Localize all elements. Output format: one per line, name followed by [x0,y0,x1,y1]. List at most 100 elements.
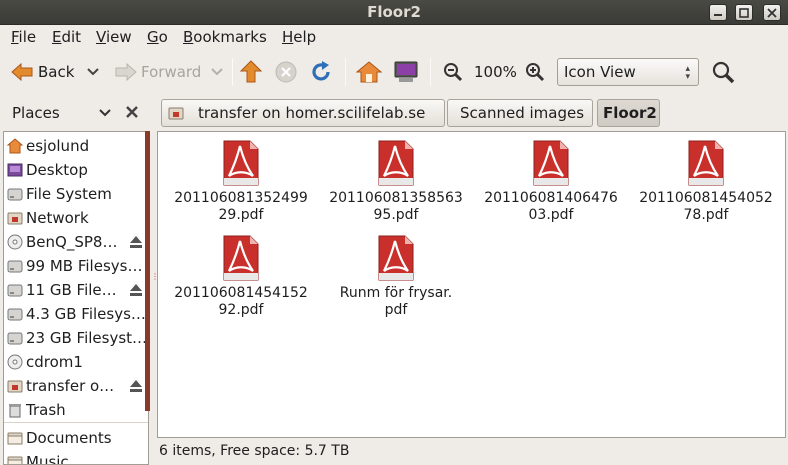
file-name-line: 78.pdf [683,207,729,223]
drive-icon [7,330,23,346]
file-name-line: 92.pdf [218,302,264,318]
desktop-icon [7,162,23,178]
sidebar-item[interactable]: cdrom1 [4,350,148,374]
sidebar-item-label: cdrom1 [26,353,83,371]
network-folder-icon [168,107,184,120]
maximize-button[interactable] [735,4,753,21]
file-name-line: 03.pdf [528,207,574,223]
zoom-level: 100% [474,63,517,81]
close-button[interactable] [763,4,781,21]
file-item[interactable]: 201106081454052 78.pdf [631,140,781,224]
file-item[interactable]: Runm för frysar. pdf [321,235,471,319]
menu-help[interactable]: Help [282,28,316,46]
reload-button[interactable] [309,50,333,94]
drive-icon [7,186,23,202]
file-item[interactable]: 201106081406476 03.pdf [476,140,626,224]
close-icon [767,8,777,18]
menu-bar: File Edit View Go Bookmarks Help [0,25,788,49]
file-name: 201106081454052 78.pdf [631,190,781,224]
sidebar-item[interactable]: 23 GB Filesyst… [4,326,148,350]
chevron-down-icon [87,68,99,76]
file-name-line: 201106081406476 [484,190,618,206]
folder-icon [7,430,23,446]
menu-go[interactable]: Go [147,28,168,46]
path-button-transfer[interactable]: transfer on homer.scilifelab.se [161,99,445,127]
back-button[interactable]: Back [10,50,74,94]
sidebar-item[interactable]: Music [4,450,148,464]
places-dropdown[interactable] [99,106,111,122]
file-item[interactable]: 201106081454152 92.pdf [166,235,316,319]
file-name-line: 95.pdf [373,207,419,223]
zoom-in-icon [526,63,545,82]
file-name-line: 201106081358563 [329,190,463,206]
back-history-dropdown[interactable] [87,50,99,94]
path-button-floor2[interactable]: Floor2 [597,99,660,127]
sidebar-item[interactable]: 99 MB Filesys… [4,254,148,278]
home-button[interactable] [356,50,382,94]
eject-icon[interactable] [129,379,143,393]
sidebar-scrollbar[interactable] [145,131,150,411]
file-item[interactable]: 201106081358563 95.pdf [321,140,471,224]
file-name-line: 201106081352499 [174,190,308,206]
menu-file[interactable]: File [11,28,36,46]
path-button-scanned-images[interactable]: Scanned images [447,99,593,127]
sidebar-item-label: Network [26,209,89,227]
forward-button[interactable]: Forward [114,50,201,94]
file-name: 201106081406476 03.pdf [476,190,626,224]
close-sidebar-button[interactable] [125,105,139,123]
search-button[interactable] [711,50,735,94]
sidebar-item[interactable]: Network [4,206,148,230]
back-arrow-icon [11,62,33,82]
file-name-line: Runm för frysar. [339,285,453,301]
sidebar-item[interactable]: Trash [4,398,148,422]
file-name: 201106081454152 92.pdf [166,285,316,319]
sidebar-item-label: 99 MB Filesys… [26,257,143,275]
up-button[interactable] [240,50,262,94]
sidebar-item[interactable]: esjolund [4,134,148,158]
reload-icon [312,61,330,81]
places-header: Places [12,104,60,122]
eject-icon[interactable] [129,283,143,297]
sidebar-item[interactable]: BenQ_SP8… [4,230,148,254]
eject-icon[interactable] [129,235,143,249]
minimize-button[interactable] [709,4,727,21]
select-arrows-icon: ▴ ▾ [685,64,690,82]
sidebar-item[interactable]: 4.3 GB Filesys… [4,302,148,326]
sidebar-item[interactable]: Documents [4,426,148,450]
zoom-in-button[interactable] [525,50,545,94]
menu-view[interactable]: View [96,28,132,46]
sidebar-item[interactable]: Desktop [4,158,148,182]
pdf-file-icon [476,140,626,186]
sidebar-item[interactable]: 11 GB File… [4,278,148,302]
view-mode-select[interactable]: Icon View ▴ ▾ [557,58,699,86]
menu-edit[interactable]: Edit [52,28,81,46]
file-name: 201106081352499 29.pdf [166,190,316,224]
sidebar-item-label: 11 GB File… [26,281,117,299]
file-item[interactable]: 201106081352499 29.pdf [166,140,316,224]
pdf-file-icon [166,235,316,281]
file-name-line: pdf [384,302,408,318]
maximize-icon [739,8,749,18]
optical-disc-icon [7,234,23,250]
optical-disc-icon [7,354,23,370]
zoom-out-button[interactable] [443,50,463,94]
sidebar-item[interactable]: File System [4,182,148,206]
pdf-file-icon [321,140,471,186]
pdf-file-icon [631,140,781,186]
file-name: 201106081358563 95.pdf [321,190,471,224]
forward-arrow-icon [115,62,137,82]
menu-bookmarks[interactable]: Bookmarks [183,28,267,46]
chevron-down-icon [211,68,223,76]
pdf-file-icon [321,235,471,281]
trash-icon [7,402,23,418]
stop-icon [275,61,297,83]
sidebar-item-label: 23 GB Filesyst… [26,329,148,347]
minimize-icon [714,14,722,16]
sidebar-item[interactable]: transfer o… [4,374,148,398]
forward-history-dropdown[interactable] [211,50,223,94]
computer-button[interactable] [393,50,419,94]
close-icon [126,106,138,118]
drive-icon [7,282,23,298]
sidebar-item-label: Documents [26,429,112,447]
stop-button[interactable] [275,50,297,94]
